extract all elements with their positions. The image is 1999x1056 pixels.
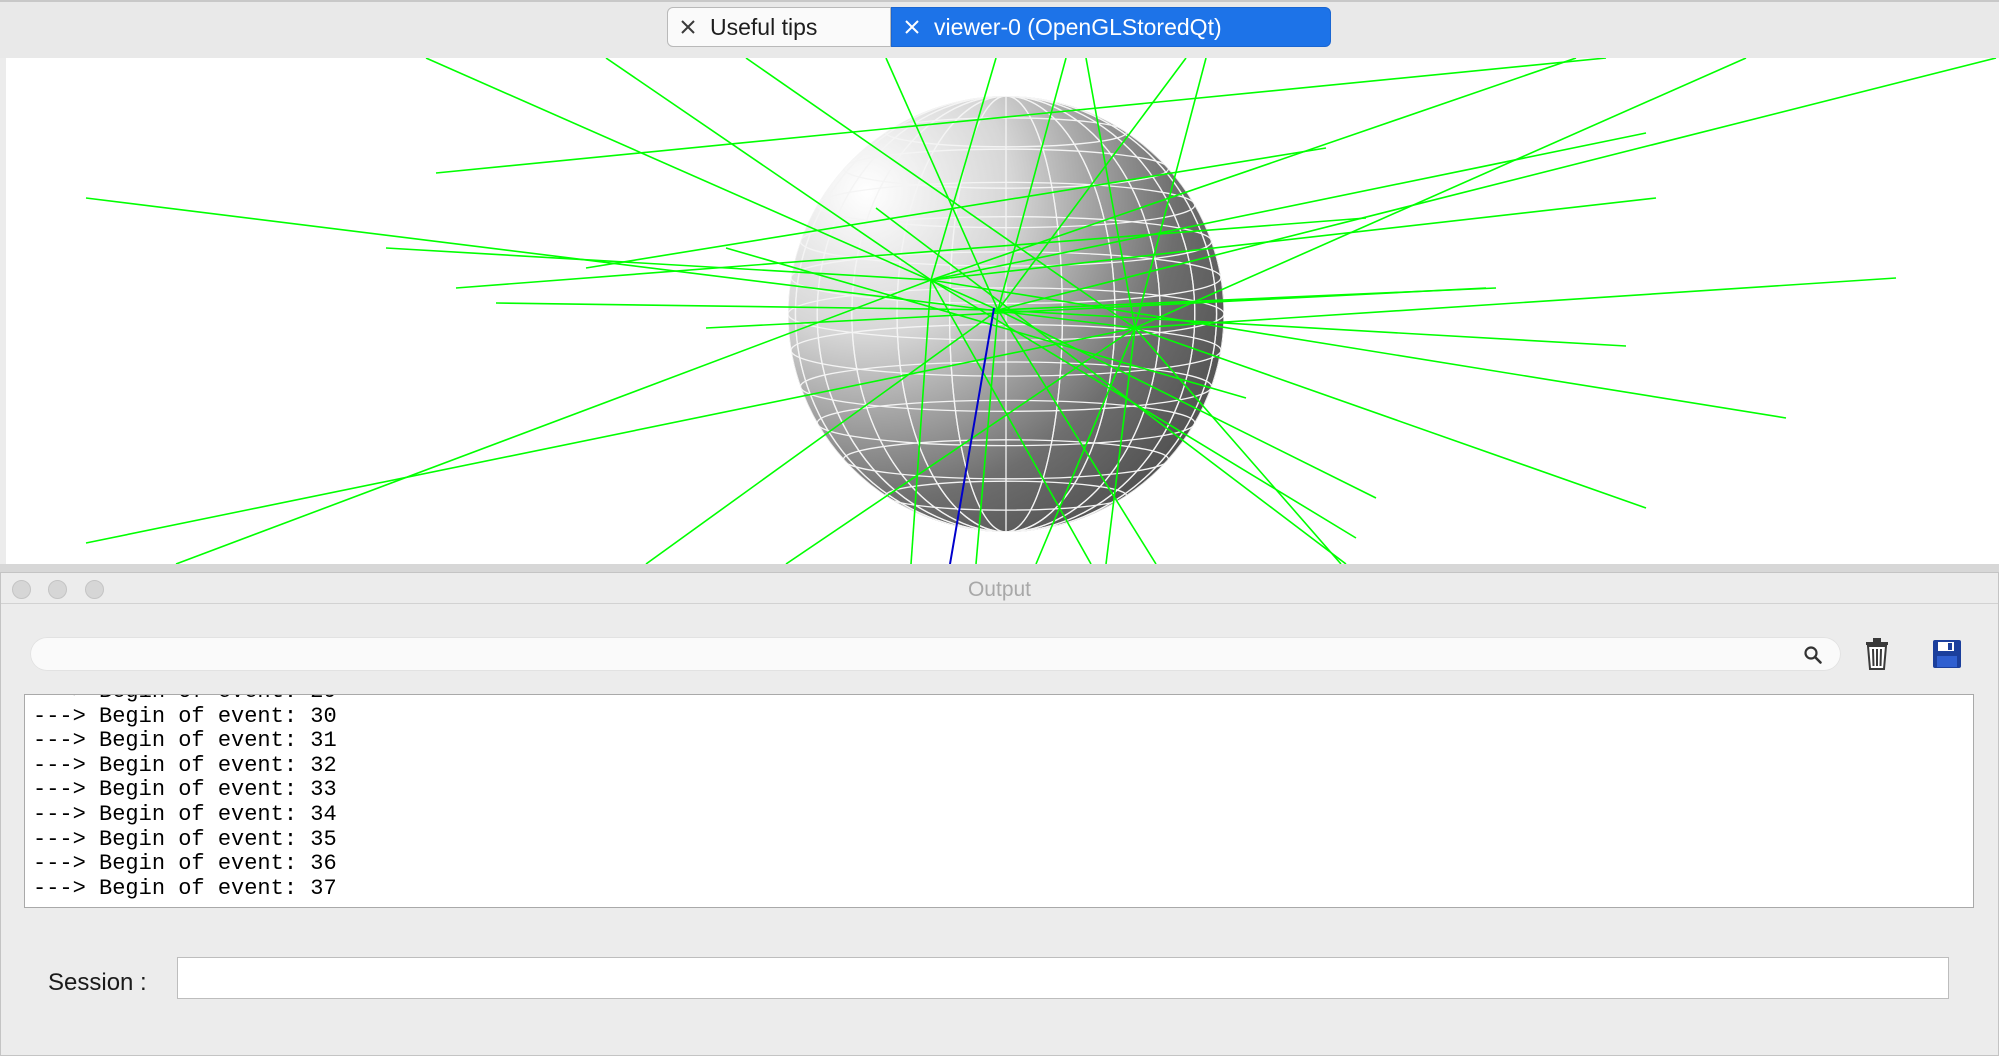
log-line: ---> Begin of event: 30 xyxy=(33,703,337,729)
session-label: Session : xyxy=(48,969,147,996)
search-icon xyxy=(1804,646,1822,664)
splitter[interactable] xyxy=(0,564,1999,572)
log-line: ---> Begin of event: 34 xyxy=(33,801,337,827)
output-log[interactable]: ---> Begin of event: 29---> Begin of eve… xyxy=(24,694,1974,908)
output-panel: Output ---> Begin of event: 29---> Begin… xyxy=(0,572,1999,1056)
tab-label: Useful tips xyxy=(710,13,818,40)
particle-track xyxy=(1134,58,1747,329)
close-icon[interactable] xyxy=(902,17,922,37)
panel-title: Output xyxy=(967,578,1032,601)
tab-label: viewer-0 (OpenGLStoredQt) xyxy=(934,13,1222,40)
session-input[interactable] xyxy=(177,957,1949,999)
close-icon[interactable] xyxy=(678,17,698,37)
log-line: ---> Begin of event: 35 xyxy=(33,826,337,852)
log-line: ---> Begin of event: 37 xyxy=(33,875,337,901)
tab-viewer-0[interactable]: viewer-0 (OpenGLStoredQt) xyxy=(891,7,1331,47)
viewer-canvas[interactable] xyxy=(6,58,1999,564)
trash-icon[interactable] xyxy=(1863,637,1891,671)
log-line: ---> Begin of event: 32 xyxy=(33,752,337,778)
tab-useful-tips[interactable]: Useful tips xyxy=(667,7,891,47)
particle-track xyxy=(1134,277,1897,329)
log-line: ---> Begin of event: 31 xyxy=(33,728,337,754)
log-line: ---> Begin of event: 33 xyxy=(33,777,337,803)
output-titlebar: Output xyxy=(1,573,1998,604)
log-line: ---> Begin of event: 36 xyxy=(33,851,337,877)
search-field[interactable] xyxy=(30,637,1841,673)
log-lines: ---> Begin of event: 29---> Begin of eve… xyxy=(33,695,337,901)
save-icon[interactable] xyxy=(1932,639,1962,669)
opengl-viewer[interactable] xyxy=(6,58,1999,564)
particle-track xyxy=(1134,327,1647,509)
tab-bar: Useful tips viewer-0 (OpenGLStoredQt) xyxy=(667,7,1331,49)
log-line: ---> Begin of event: 29 xyxy=(33,695,337,705)
search-input[interactable] xyxy=(46,637,1790,673)
tab-strip: Useful tips viewer-0 (OpenGLStoredQt) xyxy=(0,0,1999,58)
